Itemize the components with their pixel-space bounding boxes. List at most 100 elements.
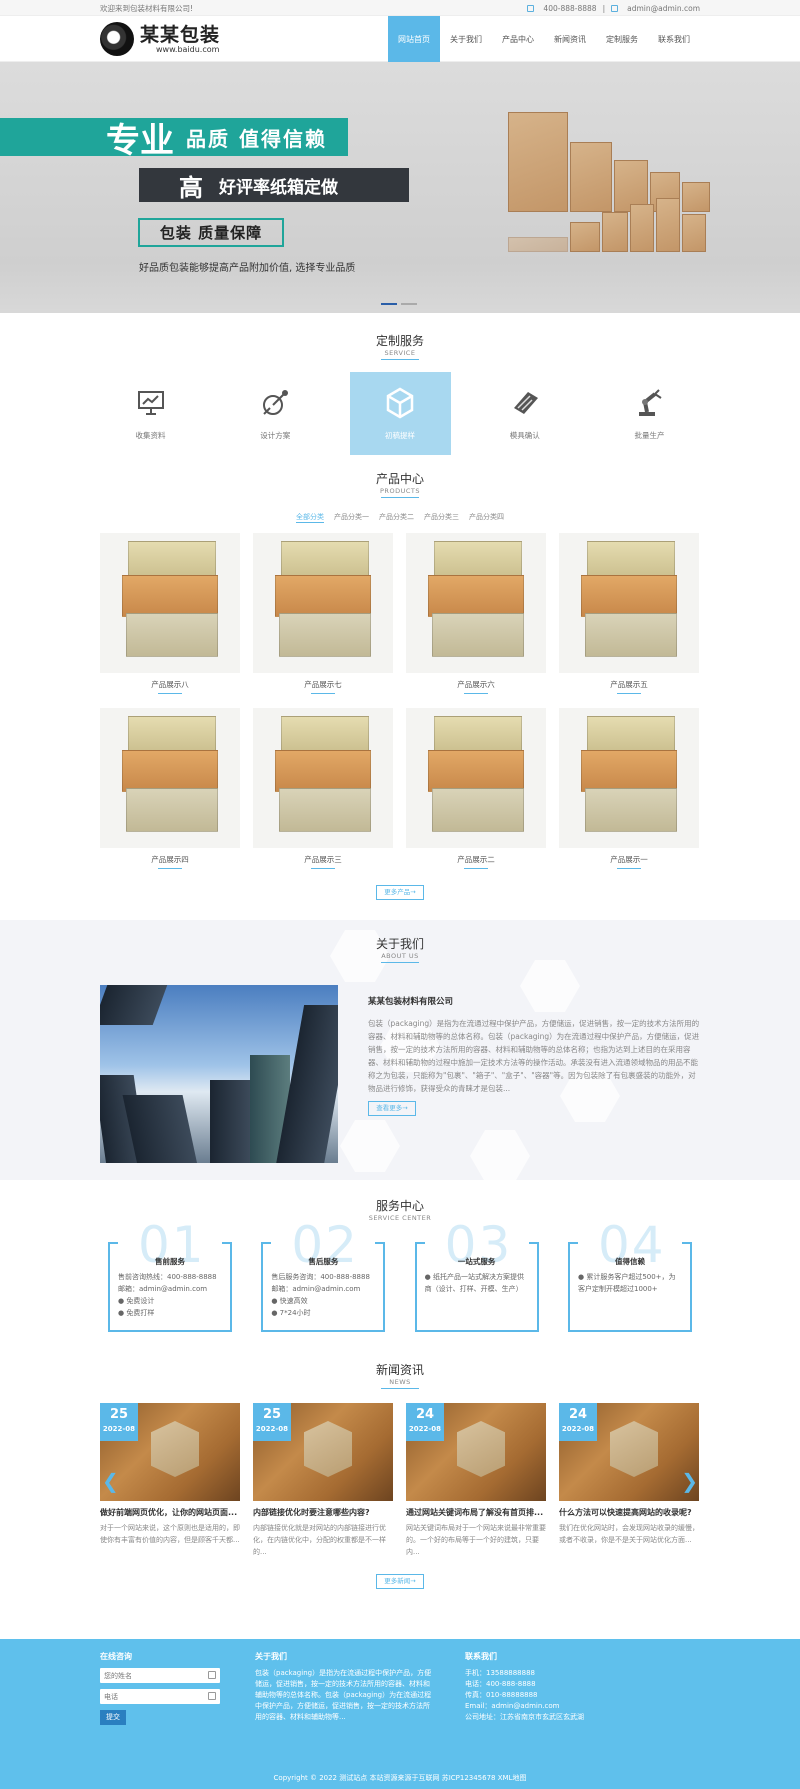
- footer-consult: 在线咨询 您的姓名 电话 提交: [100, 1651, 255, 1725]
- news-date-badge: 24 2022-08: [406, 1403, 444, 1441]
- banner-line1-small: 品质 值得信赖: [186, 126, 327, 151]
- product-card[interactable]: 产品展示六: [406, 533, 546, 696]
- logo[interactable]: 某某包装 www.baidu.com: [100, 16, 220, 62]
- phone-icon: [527, 4, 535, 12]
- service-item-mold[interactable]: 模具确认: [474, 372, 575, 455]
- product-name: 产品展示七: [253, 679, 393, 694]
- news-title[interactable]: 什么方法可以快速提高网站的收录呢?: [559, 1507, 699, 1518]
- service-center-section: 服务中心 SERVICE CENTER 01 售前服务 售前咨询热线：400-888…: [100, 1180, 700, 1332]
- service-cards: 01 售前服务 售前咨询热线：400-888-8888 邮箱：admin@admin.…: [100, 1216, 700, 1332]
- nav-about[interactable]: 关于我们: [440, 16, 492, 62]
- news-summary: 对于一个网站来说，这个原则也是适用的，即使你有丰富有价值的内容，但是顾客千天都.…: [100, 1524, 240, 1544]
- footer-email[interactable]: Email：admin@admin.com: [465, 1701, 655, 1712]
- submit-button[interactable]: 提交: [100, 1710, 126, 1725]
- top-bar: 欢迎来到包装材料有限公司! 400-888-8888 | admin@admin…: [0, 0, 800, 16]
- service-item-label: 批量生产: [634, 431, 665, 440]
- product-image: [559, 533, 699, 673]
- nav-contact[interactable]: 联系我们: [648, 16, 700, 62]
- next-arrow-icon[interactable]: ❯: [681, 1469, 698, 1493]
- news-card[interactable]: 24 2022-08 通过网站关键词布局了解没有首页排... 网站关键词布局对于一个网…: [406, 1403, 546, 1558]
- section-subtitle: ABOUT US: [381, 952, 419, 960]
- news-title[interactable]: 做好前端网页优化，让你的网站页面...: [100, 1507, 240, 1518]
- tab-category-1[interactable]: 产品分类一: [334, 512, 369, 523]
- more-products-button[interactable]: 更多产品→: [376, 885, 424, 900]
- banner-line2-small: 好评率纸箱定做: [219, 177, 338, 198]
- logo-url: www.baidu.com: [156, 44, 220, 54]
- news-title[interactable]: 通过网站关键词布局了解没有首页排...: [406, 1507, 546, 1518]
- section-subtitle: PRODUCTS: [380, 487, 420, 495]
- topbar-phone: 400-888-8888: [543, 3, 597, 13]
- footer: 在线咨询 您的姓名 电话 提交 关于我们 包装（packaging）是指为在流通…: [0, 1639, 800, 1789]
- service-item-collect[interactable]: 收集资料: [100, 372, 201, 455]
- banner-line2: 高 好评率纸箱定做: [139, 168, 409, 202]
- about-section: 关于我们 ABOUT US 某某包装材料有限公司 包装（packaging）是指…: [0, 920, 800, 1180]
- service-item-label: 收集资料: [135, 431, 166, 440]
- product-card[interactable]: 产品展示七: [253, 533, 393, 696]
- product-name: 产品展示四: [100, 854, 240, 869]
- product-name: 产品展示八: [100, 679, 240, 694]
- prev-arrow-icon[interactable]: ❮: [102, 1469, 119, 1493]
- product-tabs: 全部分类 产品分类一 产品分类二 产品分类三 产品分类四: [100, 512, 700, 523]
- news-image: 25 2022-08: [253, 1403, 393, 1501]
- news-image: 24 2022-08: [559, 1403, 699, 1501]
- banner-line1-big: 专业: [106, 120, 174, 161]
- service-card-line: ● 免费设计: [118, 1297, 155, 1305]
- product-card[interactable]: 产品展示四: [100, 708, 240, 871]
- service-card-title: 售前服务: [155, 1257, 185, 1266]
- product-card[interactable]: 产品展示一: [559, 708, 699, 871]
- news-carousel: 25 2022-08 做好前端网页优化，让你的网站页面... 对于一个网站来说，这个原…: [100, 1403, 700, 1558]
- design-icon: [263, 390, 289, 415]
- service-item-production[interactable]: 批量生产: [599, 372, 700, 455]
- news-summary: 我们在优化网站时，会发现网站收录的缓慢，或者不收录，你是不是关于网站优化方面..…: [559, 1524, 699, 1544]
- service-item-design[interactable]: 设计方案: [225, 372, 326, 455]
- news-image: 24 2022-08: [406, 1403, 546, 1501]
- tab-category-4[interactable]: 产品分类四: [469, 512, 504, 523]
- footer-title: 联系我们: [465, 1652, 497, 1661]
- carousel-dot[interactable]: [401, 303, 417, 305]
- more-news-button[interactable]: 更多新闻→: [376, 1574, 424, 1589]
- banner-line3: 包装 质量保障: [138, 218, 284, 247]
- footer-about: 关于我们 包装（packaging）是指为在流通过程中保护产品，方便储运，促进销…: [255, 1651, 455, 1725]
- news-card[interactable]: 24 2022-08 什么方法可以快速提高网站的收录呢? 我们在优化网站时，会发现网站…: [559, 1403, 699, 1558]
- footer-address: 公司地址：江苏省南京市玄武区玄武湖: [465, 1713, 584, 1721]
- service-card: 03 一站式服务 ● 纸托产品一站式解决方案提供商（设计、打样、开模、生产）: [414, 1216, 539, 1332]
- topbar-email[interactable]: admin@admin.com: [627, 4, 700, 13]
- tab-category-3[interactable]: 产品分类三: [424, 512, 459, 523]
- nav-service[interactable]: 定制服务: [596, 16, 648, 62]
- mail-icon: [611, 4, 619, 12]
- service-item-sample[interactable]: 初稿提样: [349, 372, 451, 455]
- about-text: 包装（packaging）是指为在流通过程中保护产品，方便储运，促进销售，按一定…: [368, 1019, 700, 1093]
- nav-news[interactable]: 新闻资讯: [544, 16, 596, 62]
- service-item-label: 设计方案: [260, 431, 291, 440]
- footer-about-text: 包装（packaging）是指为在流通过程中保护产品，方便储运，促进销售，按一定…: [255, 1669, 432, 1721]
- service-card-line: 售后服务咨询：400-888-8888: [271, 1273, 370, 1281]
- footer-contact: 联系我们 手机：13588888888 电话：400-888-8888 传真：0…: [455, 1651, 655, 1725]
- news-card[interactable]: 25 2022-08 做好前端网页优化，让你的网站页面... 对于一个网站来说，这个原…: [100, 1403, 240, 1558]
- news-section: 新闻资讯 NEWS 25 2022-08 做好前端网页优化，让你的网站页面... 对于…: [100, 1332, 700, 1589]
- carousel-dots: [381, 303, 417, 305]
- welcome-text: 欢迎来到包装材料有限公司!: [100, 3, 194, 13]
- service-card-title: 一站式服务: [457, 1257, 496, 1266]
- banner-tagline: 好品质包装能够提高产品附加价值, 选择专业品质: [139, 263, 356, 274]
- product-card[interactable]: 产品展示三: [253, 708, 393, 871]
- product-card[interactable]: 产品展示二: [406, 708, 546, 871]
- nav-home[interactable]: 网站首页: [388, 16, 440, 62]
- footer-title: 关于我们: [255, 1652, 287, 1661]
- carousel-dot[interactable]: [381, 303, 397, 305]
- name-input[interactable]: 您的姓名: [100, 1668, 220, 1683]
- phone-input[interactable]: 电话: [100, 1689, 220, 1704]
- tab-all[interactable]: 全部分类: [296, 512, 324, 523]
- product-image: [253, 708, 393, 848]
- nav-products[interactable]: 产品中心: [492, 16, 544, 62]
- footer-fax: 传真：010-88888888: [465, 1691, 538, 1699]
- news-title[interactable]: 内部链接优化时要注意哪些内容?: [253, 1507, 393, 1518]
- news-card[interactable]: 25 2022-08 内部链接优化时要注意哪些内容? 内部链接优化就是对网站的内部链接…: [253, 1403, 393, 1558]
- cube-icon: [386, 387, 414, 419]
- product-card[interactable]: 产品展示五: [559, 533, 699, 696]
- tab-category-2[interactable]: 产品分类二: [379, 512, 414, 523]
- product-card[interactable]: 产品展示八: [100, 533, 240, 696]
- header: 某某包装 www.baidu.com 网站首页 关于我们 产品中心 新闻资讯 定…: [0, 16, 800, 62]
- hero-banner[interactable]: 专业 品质 值得信赖 高 好评率纸箱定做 包装 质量保障 好品质包装能够提高产品…: [0, 62, 800, 313]
- about-more-button[interactable]: 查看更多→: [368, 1101, 416, 1116]
- product-image: [100, 533, 240, 673]
